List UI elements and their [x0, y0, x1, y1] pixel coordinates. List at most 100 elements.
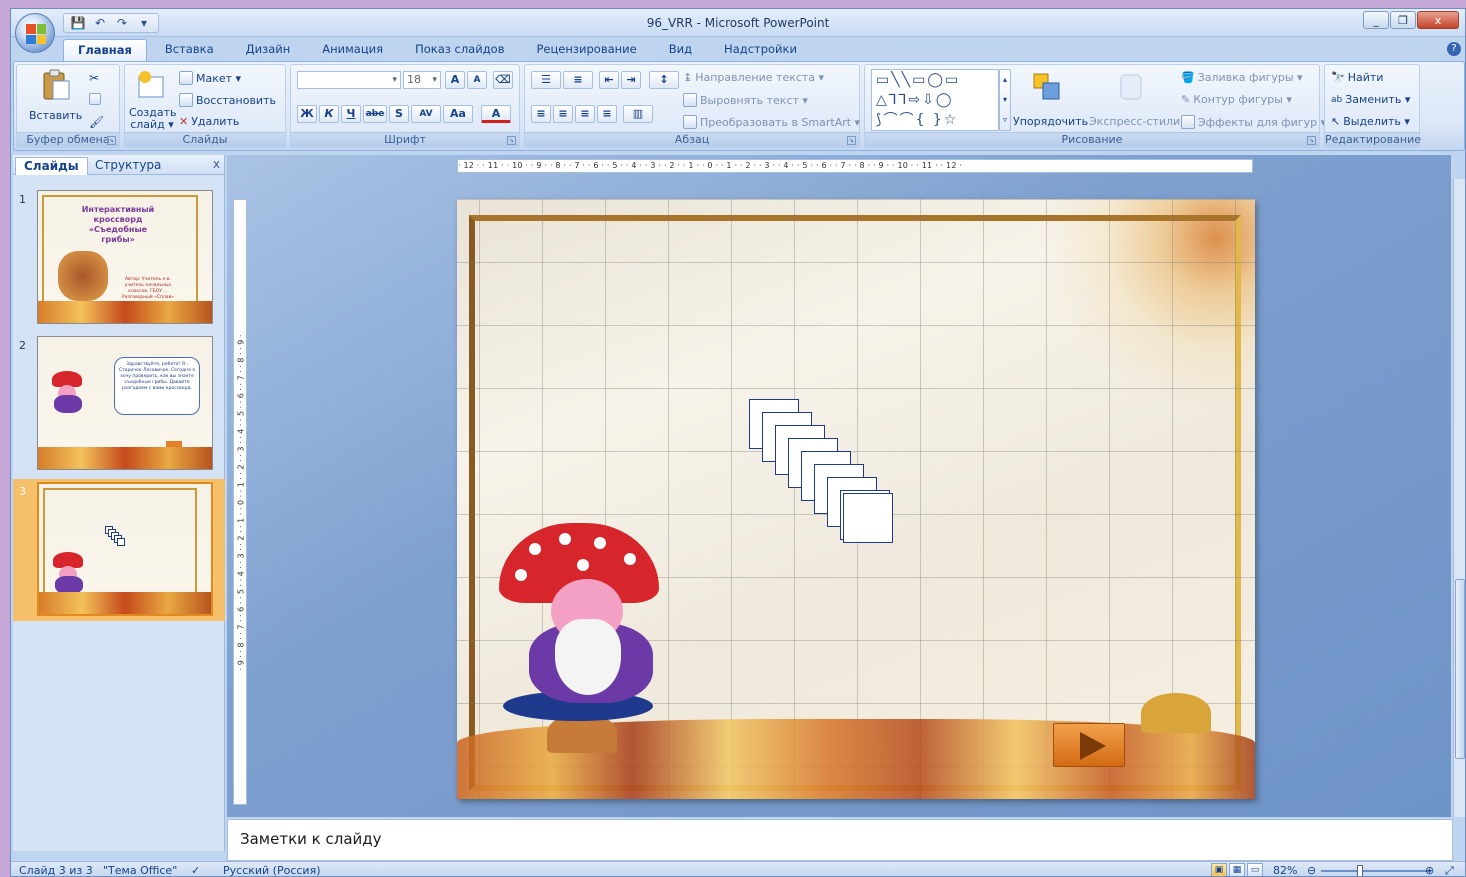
- slide-thumbnail[interactable]: [37, 482, 213, 616]
- line-spacing-icon[interactable]: ↕: [649, 71, 679, 89]
- arrange-button[interactable]: Упорядочить: [1013, 115, 1088, 128]
- decrease-indent-icon[interactable]: ⇤: [599, 71, 619, 89]
- replace-button[interactable]: ab Заменить ▾: [1331, 93, 1410, 106]
- align-left-icon[interactable]: ≡: [531, 105, 551, 123]
- crossword-square[interactable]: [843, 493, 893, 543]
- shape-outline-button[interactable]: ✎ Контур фигуры ▾: [1181, 93, 1292, 106]
- change-case-button[interactable]: Aa: [443, 105, 473, 123]
- increase-indent-icon[interactable]: ⇥: [621, 71, 641, 89]
- tab-home[interactable]: Главная: [63, 39, 147, 61]
- language[interactable]: Русский (Россия): [223, 864, 321, 876]
- dialog-launcher-icon[interactable]: ↘: [107, 136, 116, 145]
- gnome-picture[interactable]: [493, 523, 663, 723]
- group-label: Слайды: [125, 132, 285, 147]
- shapes-gallery[interactable]: ▭╲╲▭◯▭ △⅂⅂⇨⇩◯ ⟆⌒⌒{ }☆: [871, 69, 999, 131]
- layout-button[interactable]: Макет ▾: [179, 71, 241, 85]
- maximize-button[interactable]: ❐: [1390, 11, 1416, 29]
- minimize-button[interactable]: _: [1363, 11, 1389, 29]
- play-button[interactable]: [1053, 723, 1125, 767]
- format-painter-icon[interactable]: 🖌: [89, 115, 104, 129]
- find-button[interactable]: 🔭 Найти: [1331, 71, 1383, 84]
- slide-thumbnail-row-selected[interactable]: 3: [13, 479, 225, 621]
- horizontal-ruler[interactable]: · 12 · · 11 · · 10 · · 9 · · 8 · · 7 · ·…: [457, 159, 1253, 173]
- slide-canvas[interactable]: [457, 199, 1255, 799]
- spellcheck-icon[interactable]: ✓: [191, 864, 200, 876]
- smartart-button[interactable]: Преобразовать в SmartArt ▾: [683, 115, 860, 129]
- dialog-launcher-icon[interactable]: ↘: [507, 136, 516, 145]
- speech-bubble: Здравствуйте, ребята! Я - Старичок-Лесов…: [114, 357, 200, 415]
- powerpoint-window: 💾 ↶ ↷ ▾ 96_VRR - Microsoft PowerPoint _ …: [10, 8, 1466, 877]
- office-button[interactable]: [15, 13, 55, 53]
- tab-design[interactable]: Дизайн: [232, 39, 305, 61]
- justify-icon[interactable]: ≡: [597, 105, 617, 123]
- cut-icon[interactable]: ✂: [89, 71, 99, 85]
- tab-slideshow[interactable]: Показ слайдов: [401, 39, 518, 61]
- new-slide-button[interactable]: Создать слайд ▾: [129, 107, 177, 131]
- window-title: 96_VRR - Microsoft PowerPoint: [646, 16, 830, 30]
- bold-button[interactable]: Ж: [297, 105, 317, 123]
- vertical-scrollbar[interactable]: [1453, 179, 1465, 817]
- clear-format-icon[interactable]: ⌫: [493, 71, 513, 89]
- zoom-slider[interactable]: [1321, 870, 1431, 872]
- char-spacing-button[interactable]: AV: [411, 105, 441, 123]
- tab-slides[interactable]: Слайды: [15, 157, 88, 175]
- dialog-launcher-icon[interactable]: ↘: [847, 136, 856, 145]
- slide-sorter-button[interactable]: ▦: [1229, 863, 1245, 876]
- slide-thumbnail-row[interactable]: 2 Здравствуйте, ребята! Я - Старичок-Лес…: [13, 333, 225, 475]
- close-icon[interactable]: x: [213, 157, 220, 171]
- zoom-out-icon[interactable]: ⊖: [1307, 864, 1316, 876]
- slide-thumbnail[interactable]: Интерактивный кроссворд «Съедобные грибы…: [37, 190, 213, 324]
- select-button[interactable]: ↖ Выделить ▾: [1331, 115, 1410, 128]
- numbering-icon[interactable]: ≡: [563, 71, 593, 89]
- slide-thumbnail[interactable]: Здравствуйте, ребята! Я - Старичок-Лесов…: [37, 336, 213, 470]
- font-name-combo[interactable]: [297, 71, 401, 89]
- italic-button[interactable]: К: [319, 105, 339, 123]
- help-icon[interactable]: ?: [1447, 42, 1461, 56]
- close-button[interactable]: x: [1417, 11, 1459, 29]
- font-size-combo[interactable]: 18: [403, 71, 441, 89]
- normal-view-button[interactable]: ▣: [1211, 863, 1227, 876]
- align-right-icon[interactable]: ≡: [575, 105, 595, 123]
- paste-icon[interactable]: [39, 69, 71, 101]
- zoom-slider-handle[interactable]: [1357, 865, 1363, 876]
- gallery-scroll-icon[interactable]: ▴ ▾ ▿: [999, 69, 1011, 131]
- reset-label: Восстановить: [196, 93, 276, 107]
- quick-styles-icon[interactable]: [1115, 71, 1147, 103]
- vertical-ruler[interactable]: · 9 · · 8 · · 7 · · 6 · · 5 · · 4 · · 3 …: [233, 199, 247, 805]
- shadow-button[interactable]: S: [389, 105, 409, 123]
- bullets-icon[interactable]: ☰: [531, 71, 561, 89]
- reset-button[interactable]: Восстановить: [179, 93, 276, 107]
- copy-icon[interactable]: [89, 93, 101, 105]
- tab-review[interactable]: Рецензирование: [522, 39, 650, 61]
- paste-button[interactable]: Вставить: [29, 109, 82, 122]
- slide-thumbnail-row[interactable]: 1 Интерактивный кроссворд «Съедобные гри…: [13, 187, 225, 329]
- align-center-icon[interactable]: ≡: [553, 105, 573, 123]
- grow-font-button[interactable]: A: [445, 71, 465, 89]
- tab-outline[interactable]: Структура: [87, 157, 169, 175]
- align-text-button[interactable]: Выровнять текст ▾: [683, 93, 808, 107]
- dialog-launcher-icon[interactable]: ↘: [1307, 136, 1316, 145]
- notes-pane[interactable]: Заметки к слайду: [227, 819, 1453, 861]
- zoom-level[interactable]: 82%: [1273, 864, 1297, 876]
- arrange-icon[interactable]: [1031, 71, 1063, 103]
- font-color-button[interactable]: A: [481, 105, 511, 123]
- slideshow-button[interactable]: ▭: [1247, 863, 1263, 876]
- tab-addins[interactable]: Надстройки: [710, 39, 811, 61]
- strikethrough-button[interactable]: abe: [363, 105, 387, 123]
- scrollbar-thumb[interactable]: [1455, 579, 1465, 759]
- shape-fill-button[interactable]: 🪣 Заливка фигуры ▾: [1181, 71, 1303, 84]
- tab-animation[interactable]: Анимация: [308, 39, 397, 61]
- fit-to-window-icon[interactable]: ⤢: [1445, 864, 1454, 876]
- tab-view[interactable]: Вид: [655, 39, 706, 61]
- text-direction-button[interactable]: ↨ Направление текста ▾: [683, 71, 824, 84]
- tab-insert[interactable]: Вставка: [151, 39, 228, 61]
- shape-effects-button[interactable]: Эффекты для фигур ▾: [1181, 115, 1326, 129]
- delete-slide-button[interactable]: ✕ Удалить: [179, 115, 239, 128]
- columns-icon[interactable]: ▥: [623, 105, 653, 123]
- underline-button[interactable]: Ч: [341, 105, 361, 123]
- zoom-in-icon[interactable]: ⊕: [1425, 864, 1434, 876]
- shrink-font-button[interactable]: A: [467, 71, 487, 89]
- new-slide-icon[interactable]: [135, 69, 167, 101]
- layout-icon: [179, 71, 193, 85]
- quick-styles-button[interactable]: Экспресс-стили: [1089, 115, 1180, 128]
